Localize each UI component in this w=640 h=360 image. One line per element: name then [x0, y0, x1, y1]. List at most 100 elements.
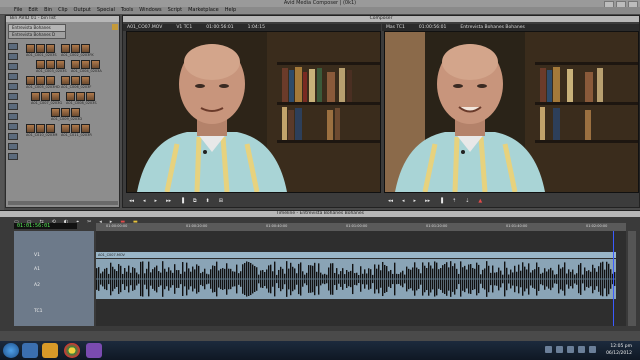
- bin-tool-icon[interactable]: [8, 83, 18, 90]
- mark-out-icon[interactable]: ▐: [439, 198, 443, 204]
- explorer-icon[interactable]: [22, 343, 38, 358]
- play-icon[interactable]: ▸: [155, 198, 158, 204]
- splice-icon[interactable]: ⧉: [193, 198, 197, 204]
- bin-tool-icon[interactable]: [8, 53, 18, 60]
- match-frame-icon[interactable]: ⊞: [219, 198, 223, 204]
- menu-script[interactable]: Script: [168, 7, 183, 14]
- bin-tool-icon[interactable]: [8, 133, 18, 140]
- menu-output[interactable]: Output: [74, 7, 91, 14]
- record-monitor[interactable]: [384, 31, 639, 193]
- bin-clip[interactable]: A01_C010_0203M: [26, 124, 57, 138]
- source-timecode: 01:00:56:01: [206, 25, 234, 30]
- menu-clip[interactable]: Clip: [58, 7, 67, 14]
- bin-tool-icon[interactable]: [8, 63, 18, 70]
- ruler-tick-label: 01:00:40:00: [266, 224, 288, 228]
- mark-in-icon[interactable]: ◂◂: [388, 198, 393, 204]
- lapel-mic: [203, 150, 207, 154]
- bin-clip[interactable]: A01_C002_0203FK: [61, 44, 94, 58]
- record-transport: ◂◂ ◂ ▸ ▸▸ ▐ ⇡ ⇣ ▲: [382, 194, 640, 208]
- menu-special[interactable]: Special: [97, 7, 115, 14]
- audio-clip-segment[interactable]: [96, 259, 616, 299]
- bin-window: Bin AVID 01 - bin list Entrevista Bohane…: [5, 15, 120, 208]
- menu-edit[interactable]: Edit: [28, 7, 38, 14]
- step-back-icon[interactable]: ◂: [402, 198, 405, 204]
- step-back-icon[interactable]: ◂: [143, 198, 146, 204]
- bin-clip[interactable]: A01_C005_0203HD: [26, 76, 60, 90]
- track-selectors: V1 A1 A2 TC1: [14, 231, 94, 326]
- menu-help[interactable]: Help: [225, 7, 236, 14]
- bin-tool-icon[interactable]: [8, 43, 18, 50]
- timeline-scrollbar[interactable]: [628, 231, 636, 326]
- bin-clip[interactable]: A01_C004_0203A: [71, 60, 102, 74]
- source-transport: ◂◂ ◂ ▸ ▸▸ ▐ ⧉ ⬍ ⊞: [123, 194, 387, 208]
- tool-icon[interactable]: ✂: [87, 219, 91, 225]
- bin-tool-icon[interactable]: [8, 143, 18, 150]
- tray-icon[interactable]: [567, 346, 574, 353]
- bin-tab[interactable]: Entrevista Bohanes D: [8, 31, 66, 39]
- composer-title: Composer: [123, 16, 639, 22]
- interview-frame: [385, 32, 638, 192]
- bin-tool-icon[interactable]: [8, 113, 18, 120]
- render-icon[interactable]: ▲: [478, 198, 482, 204]
- window-controls: [604, 0, 638, 8]
- source-clip-name[interactable]: A01_CO07.MOV: [127, 24, 162, 31]
- chrome-icon[interactable]: [64, 343, 80, 358]
- record-track-label: Mas TC1: [386, 25, 405, 30]
- taskbar: 12:05 pm 06/12/2012: [0, 341, 640, 360]
- bin-clip[interactable]: A01_C003_0203S: [36, 60, 67, 74]
- app-title: Avid Media Composer | (0k1): [283, 0, 357, 6]
- menu-marketplace[interactable]: Marketplace: [188, 7, 219, 14]
- track-label-tc1[interactable]: TC1: [34, 309, 43, 314]
- tray-icon[interactable]: [556, 346, 563, 353]
- track-area[interactable]: A01_C007.MOV: [96, 231, 626, 326]
- track-label-a2[interactable]: A2: [34, 283, 40, 288]
- clock-time: 12:05 pm: [610, 344, 632, 349]
- extract-icon[interactable]: ⇣: [465, 198, 469, 204]
- record-sequence-name[interactable]: Entrevista Bohanes Bohanes: [460, 24, 524, 31]
- menu-bin[interactable]: Bin: [44, 7, 52, 14]
- left-monitor-header: A01_CO07.MOV V1 TC1 01:00:56:01 1:04:15: [123, 24, 381, 31]
- timeline-timecode[interactable]: 01:01:56:01: [14, 223, 77, 229]
- video-clip-segment[interactable]: A01_C007.MOV: [96, 252, 616, 258]
- source-monitor[interactable]: [126, 31, 381, 193]
- timeline-ruler[interactable]: 01:00:00:00 01:00:20:00 01:00:40:00 01:0…: [96, 223, 626, 231]
- volume-icon[interactable]: [589, 346, 596, 353]
- track-label-a1[interactable]: A1: [34, 267, 40, 272]
- bin-clip[interactable]: A01_C007_0203G: [31, 92, 62, 106]
- tray-icon[interactable]: [545, 346, 552, 353]
- mark-in-icon[interactable]: ◂◂: [129, 198, 134, 204]
- system-clock[interactable]: 12:05 pm 06/12/2012: [606, 343, 632, 357]
- overwrite-icon[interactable]: ⬍: [206, 198, 210, 204]
- folder-icon[interactable]: [42, 343, 58, 358]
- bin-tool-icon[interactable]: [8, 73, 18, 80]
- playhead[interactable]: [613, 231, 614, 326]
- bin-clip[interactable]: A01_C011_0203R: [61, 124, 92, 138]
- menu-tools[interactable]: Tools: [121, 7, 133, 14]
- step-forward-icon[interactable]: ▸▸: [166, 198, 171, 204]
- lapel-mic: [461, 150, 465, 154]
- start-button[interactable]: [3, 343, 19, 358]
- bin-clip[interactable]: A01_C006_0203F: [61, 76, 91, 90]
- play-icon[interactable]: ▸: [414, 198, 417, 204]
- bin-clip[interactable]: A01_C009_0203D: [51, 108, 82, 122]
- mark-out-icon[interactable]: ▐: [180, 198, 184, 204]
- bin-close-icon[interactable]: [112, 24, 118, 30]
- bin-scrollbar[interactable]: [8, 201, 118, 205]
- bin-tool-icon[interactable]: [8, 123, 18, 130]
- menu-file[interactable]: File: [14, 7, 22, 14]
- bin-tool-icon[interactable]: [8, 93, 18, 100]
- bin-clip[interactable]: A01_C001_0203S: [26, 44, 57, 58]
- track-label-v1[interactable]: V1: [34, 253, 40, 258]
- source-duration: 1:04:15: [247, 25, 266, 30]
- bin-clip[interactable]: A01_C008_0203S: [66, 92, 97, 106]
- ruler-tick-label: 01:01:20:00: [426, 224, 448, 228]
- step-forward-icon[interactable]: ▸▸: [425, 198, 430, 204]
- avid-icon[interactable]: [86, 343, 102, 358]
- lift-icon[interactable]: ⇡: [452, 198, 456, 204]
- ruler-tick-label: 01:01:00:00: [346, 224, 368, 228]
- ruler-tick-label: 01:02:00:00: [586, 224, 608, 228]
- menu-windows[interactable]: Windows: [139, 7, 161, 14]
- bin-tool-icon[interactable]: [8, 103, 18, 110]
- tray-icon[interactable]: [578, 346, 585, 353]
- bin-tool-icon[interactable]: [8, 153, 18, 160]
